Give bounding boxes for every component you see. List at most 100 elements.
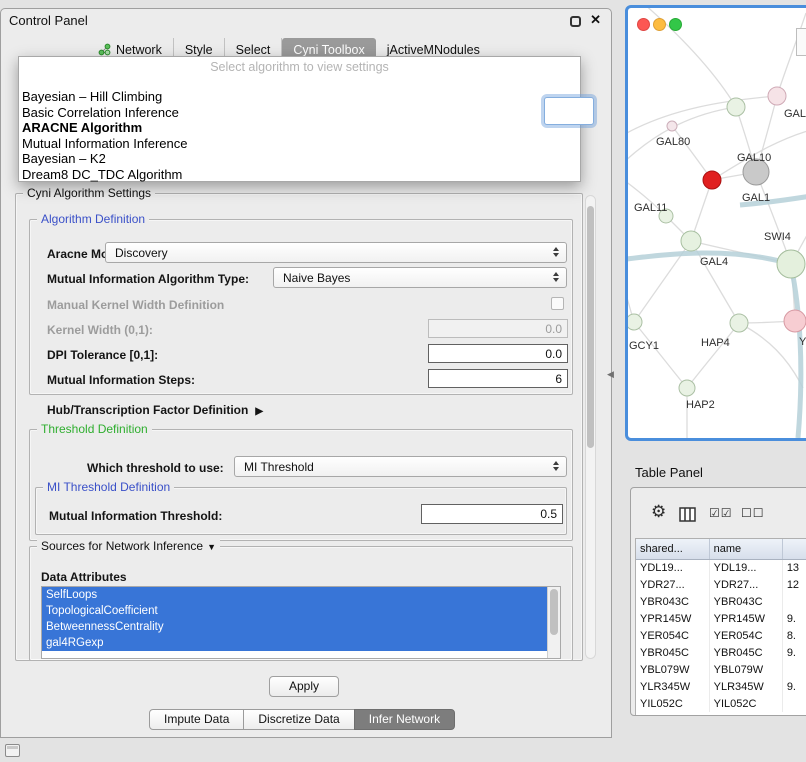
table-row[interactable]: YBR043CYBR043C xyxy=(636,593,806,610)
table-row[interactable]: YBL079WYBL079W xyxy=(636,661,806,678)
mi-algorithm-type-label: Mutual Information Algorithm Type: xyxy=(47,272,249,286)
bottom-tab-impute-data[interactable]: Impute Data xyxy=(149,709,244,730)
table-cell: YBL079W xyxy=(636,661,709,678)
settings-scrollbar[interactable] xyxy=(585,195,596,659)
table-body: YDL19...YDL19...13YDR27...YDR27...12YBR0… xyxy=(636,559,806,712)
hub-definition-expander[interactable]: Hub/Transcription Factor Definition▶ xyxy=(47,403,263,417)
gear-icon[interactable]: ⚙ xyxy=(651,502,666,522)
network-node[interactable] xyxy=(679,380,695,396)
panel-collapse-arrow-icon[interactable]: ◀ xyxy=(607,369,614,380)
application-desktop: Control Panel ✕ NetworkStyleSelectCyni T… xyxy=(0,0,806,762)
table-row[interactable]: YPR145WYPR145W9. xyxy=(636,610,806,627)
table-cell: YPR145W xyxy=(709,610,782,627)
table-header-row: shared...name xyxy=(636,539,806,559)
network-node[interactable] xyxy=(730,314,748,332)
attribute-item-selfloops[interactable]: SelfLoops xyxy=(42,587,547,603)
table-row[interactable]: YLR345WYLR345W9. xyxy=(636,678,806,695)
which-threshold-select[interactable]: MI Threshold xyxy=(234,456,567,477)
network-node[interactable] xyxy=(703,171,721,189)
mi-steps-field[interactable] xyxy=(428,369,568,388)
table-cell: YDR27... xyxy=(636,576,709,593)
network-view-window: GALGAL80GAL10GAL1GAL11SWI4GAL4GCY1HAP4YH… xyxy=(625,5,806,441)
columns-icon[interactable] xyxy=(679,507,696,527)
apply-button[interactable]: Apply xyxy=(269,676,339,697)
table-row[interactable]: YDR27...YDR27...12 xyxy=(636,576,806,593)
table-cell: YBR045C xyxy=(636,644,709,661)
aracne-mode-select[interactable]: Discovery xyxy=(105,242,567,263)
table-cell xyxy=(782,661,806,678)
deselect-all-icon[interactable]: ☐☐ xyxy=(741,506,765,520)
table-row[interactable]: YDL19...YDL19...13 xyxy=(636,559,806,576)
node-label-gal1: GAL1 xyxy=(742,192,770,204)
algorithm-option-bayesian-k2[interactable]: Bayesian – K2 xyxy=(19,151,580,167)
table-row[interactable]: YER054CYER054C8. xyxy=(636,627,806,644)
node-label-gal80: GAL80 xyxy=(656,136,690,148)
mi-threshold-field[interactable] xyxy=(421,504,563,524)
dpi-tolerance-label: DPI Tolerance [0,1]: xyxy=(47,348,158,362)
network-edge xyxy=(687,323,739,388)
network-node[interactable] xyxy=(681,231,701,251)
node-label-gal4: GAL4 xyxy=(700,256,728,268)
algorithm-option-basic-correlation-inference[interactable]: Basic Correlation Inference xyxy=(19,105,580,121)
algorithm-option-bayesian-hill-climbing[interactable]: Bayesian – Hill Climbing xyxy=(19,89,580,105)
settings-scrollbar-thumb[interactable] xyxy=(587,206,594,448)
table-cell: 9. xyxy=(782,678,806,695)
float-window-icon[interactable] xyxy=(570,16,581,27)
expanded-arrow-icon: ▼ xyxy=(207,542,216,552)
attributes-scrollbar-thumb[interactable] xyxy=(550,589,558,635)
data-attributes-label: Data Attributes xyxy=(41,570,127,584)
network-node[interactable] xyxy=(768,87,786,105)
bottom-tab-discretize-data[interactable]: Discretize Data xyxy=(243,709,354,730)
sources-group-title[interactable]: Sources for Network Inference▼ xyxy=(37,539,220,553)
table-cell: YDL19... xyxy=(709,559,782,576)
algorithm-option-aracne-algorithm[interactable]: ARACNE Algorithm xyxy=(19,120,580,136)
network-edge xyxy=(634,322,687,388)
mi-steps-label: Mutual Information Steps: xyxy=(47,373,195,387)
kernel-width-field xyxy=(428,319,568,338)
window-minimize-light[interactable] xyxy=(653,18,666,31)
node-label-gcy1: GCY1 xyxy=(629,340,659,352)
select-all-icon[interactable]: ☑☑ xyxy=(709,506,733,520)
node-label-y: Y xyxy=(799,336,806,348)
network-node[interactable] xyxy=(727,98,745,116)
network-node[interactable] xyxy=(628,314,642,330)
column-header-1[interactable]: shared... xyxy=(636,539,709,559)
minimized-panel-icon[interactable] xyxy=(5,744,20,757)
control-panel-window: Control Panel ✕ NetworkStyleSelectCyni T… xyxy=(0,8,612,738)
algorithm-option-dream8-dc-tdc-algorithm[interactable]: Dream8 DC_TDC Algorithm xyxy=(19,167,580,183)
attribute-item-topologicalcoefficient[interactable]: TopologicalCoefficient xyxy=(42,603,547,619)
kernel-width-label: Kernel Width (0,1): xyxy=(47,323,153,337)
table-row[interactable]: YBR045CYBR045C9. xyxy=(636,644,806,661)
table-row[interactable]: YIL052CYIL052C xyxy=(636,695,806,712)
close-window-icon[interactable]: ✕ xyxy=(590,12,601,28)
algorithm-option-mutual-information-inference[interactable]: Mutual Information Inference xyxy=(19,136,580,152)
network-node[interactable] xyxy=(667,121,677,131)
network-node[interactable] xyxy=(784,310,806,332)
network-edge xyxy=(628,96,777,138)
network-node[interactable] xyxy=(777,250,805,278)
algorithm-popup-placeholder: Select algorithm to view settings xyxy=(19,60,580,77)
control-panel-title: Control Panel xyxy=(9,13,88,28)
table-cell: YLR345W xyxy=(709,678,782,695)
network-icon xyxy=(98,43,111,56)
window-close-light[interactable] xyxy=(637,18,650,31)
network-edge-highlighted xyxy=(791,266,801,438)
mi-algorithm-type-select[interactable]: Naive Bayes xyxy=(273,267,567,288)
dpi-tolerance-field[interactable] xyxy=(428,344,568,363)
bottom-tab-infer-network[interactable]: Infer Network xyxy=(354,709,455,730)
network-edge xyxy=(672,126,712,180)
tab-label: Select xyxy=(236,43,271,57)
attribute-item-betweennesscentrality[interactable]: BetweennessCentrality xyxy=(42,619,547,635)
algorithm-popup-list: Bayesian – Hill ClimbingBasic Correlatio… xyxy=(19,89,580,182)
table-cell: YPR145W xyxy=(636,610,709,627)
table-cell: YLR345W xyxy=(636,678,709,695)
network-scrollbar[interactable] xyxy=(796,28,806,56)
column-header-3[interactable] xyxy=(782,539,806,559)
table-cell: 9. xyxy=(782,610,806,627)
column-header-2[interactable]: name xyxy=(709,539,782,559)
mi-algorithm-type-value: Naive Bayes xyxy=(283,271,350,285)
window-zoom-light[interactable] xyxy=(669,18,682,31)
attributes-scrollbar[interactable] xyxy=(547,587,560,658)
focused-spinner-field[interactable] xyxy=(544,97,594,125)
attribute-item-gal4rgexp[interactable]: gal4RGexp xyxy=(42,635,547,651)
